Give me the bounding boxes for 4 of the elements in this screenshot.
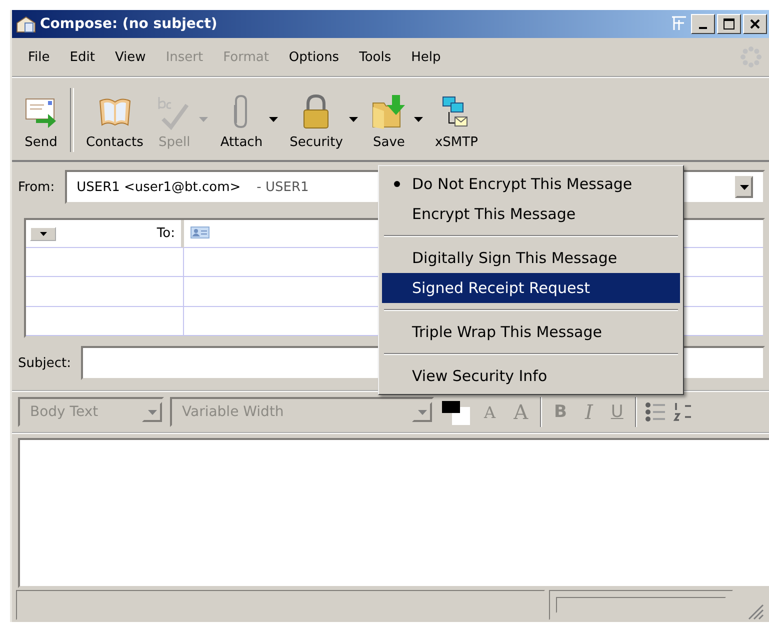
subject-label: Subject: [18,356,71,370]
from-label: From: [18,180,55,194]
window-title: Compose: (no subject) [40,16,218,32]
recipient-type-label: To: [156,226,175,241]
